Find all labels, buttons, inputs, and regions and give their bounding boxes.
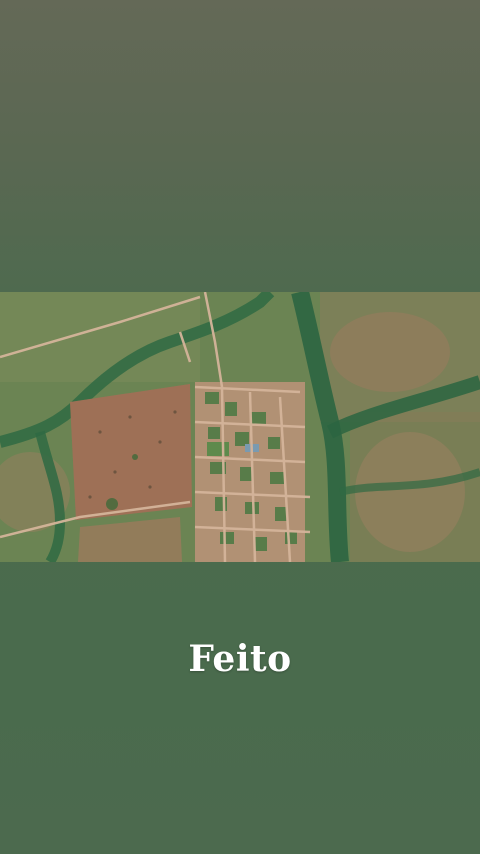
story-screen: Feito: [0, 0, 480, 854]
aerial-photo-graphic: [0, 292, 480, 562]
aerial-satellite-image: [0, 292, 480, 562]
caption-text: Feito: [188, 638, 292, 680]
